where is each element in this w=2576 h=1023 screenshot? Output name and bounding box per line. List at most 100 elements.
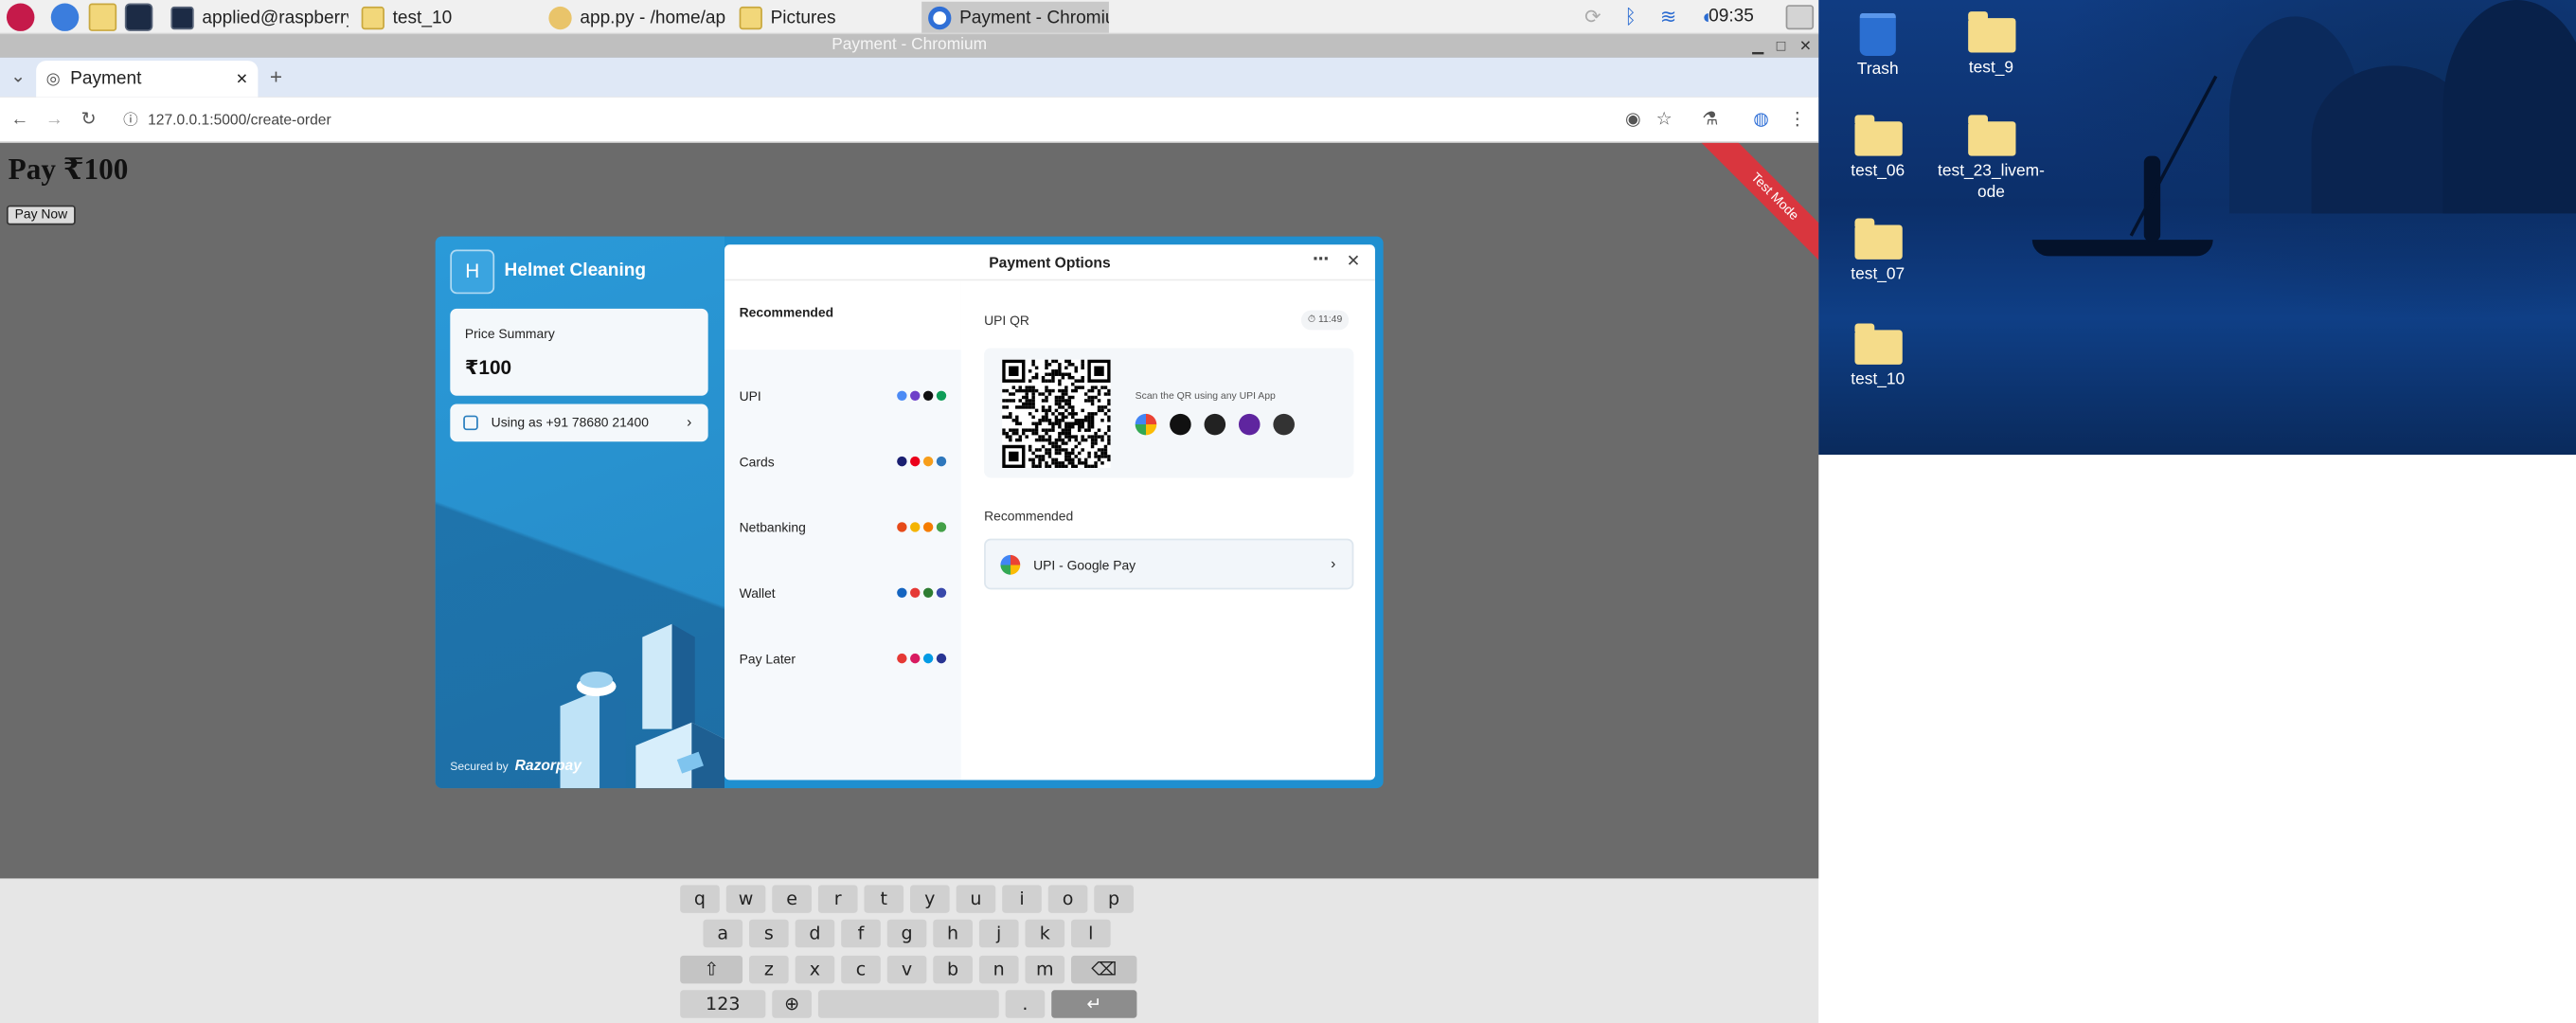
raspberry-menu-icon[interactable] — [6, 3, 35, 31]
tab-close-icon[interactable]: ✕ — [236, 70, 248, 88]
key-y[interactable]: y — [910, 885, 950, 913]
new-tab-icon[interactable]: + — [263, 64, 290, 91]
desktop-icon-test9[interactable]: test_9 — [1934, 11, 2048, 79]
wifi-icon[interactable]: ≋ — [1656, 5, 1681, 29]
browser-launcher-icon[interactable] — [50, 3, 80, 31]
back-icon[interactable]: ← — [7, 107, 33, 134]
key-q[interactable]: q — [680, 885, 720, 913]
pay-now-button[interactable]: Pay Now — [6, 205, 76, 225]
desktop-empty-area — [1818, 455, 2576, 1023]
method-netbanking[interactable]: Netbanking — [724, 494, 961, 560]
key-p[interactable]: p — [1094, 885, 1134, 913]
recommended-item-label: UPI - Google Pay — [1033, 558, 1136, 573]
numbers-key[interactable]: 123 — [680, 990, 766, 1018]
bluetooth-icon[interactable]: ᛒ — [1619, 5, 1643, 29]
task-folder-test10[interactable]: test_10 — [355, 2, 536, 33]
key-e[interactable]: e — [772, 885, 812, 913]
method-cards[interactable]: Cards — [724, 428, 961, 494]
backspace-key-icon[interactable]: ⌫ — [1071, 955, 1137, 984]
bookmark-star-icon[interactable]: ☆ — [1651, 107, 1677, 134]
key-r[interactable]: r — [817, 885, 858, 913]
key-f[interactable]: f — [841, 919, 881, 948]
close-icon[interactable]: ✕ — [1347, 244, 1361, 280]
maximize-icon[interactable]: □ — [1769, 34, 1792, 57]
space-key[interactable] — [817, 990, 999, 1018]
amazon-pay-icon — [1204, 413, 1226, 436]
key-c[interactable]: c — [841, 955, 881, 984]
period-key[interactable]: . — [1005, 990, 1046, 1018]
trash-icon — [1859, 12, 1896, 56]
key-a[interactable]: a — [703, 919, 743, 948]
forward-icon[interactable]: → — [41, 107, 67, 134]
method-wallet[interactable]: Wallet — [724, 560, 961, 625]
task-label: Pictures — [770, 7, 836, 27]
key-t[interactable]: t — [864, 885, 904, 913]
key-o[interactable]: o — [1047, 885, 1088, 913]
razorpay-logo: Razorpay — [514, 757, 581, 774]
key-w[interactable]: w — [725, 885, 766, 913]
more-options-icon[interactable]: ⋯ — [1313, 244, 1329, 278]
recommended-heading: Recommended — [984, 509, 1074, 524]
key-n[interactable]: n — [978, 955, 1019, 984]
key-g[interactable]: g — [886, 919, 927, 948]
tab-payment[interactable]: ◎ Payment ✕ — [36, 61, 259, 98]
task-chromium[interactable]: Payment - Chromium — [921, 1, 1109, 33]
key-i[interactable]: i — [1002, 885, 1042, 913]
app-icon — [910, 390, 921, 401]
desktop-icon-test23[interactable]: test_23_livem-ode — [1934, 115, 2048, 204]
task-editor[interactable]: app.py - /home/appli... — [542, 2, 726, 33]
method-upi[interactable]: UPI — [724, 363, 961, 428]
wallet-icon — [910, 587, 921, 598]
key-b[interactable]: b — [933, 955, 973, 984]
key-x[interactable]: x — [795, 955, 835, 984]
tab-title: Payment — [70, 68, 142, 89]
shift-key-icon[interactable]: ⇧ — [680, 955, 743, 984]
key-m[interactable]: m — [1025, 955, 1065, 984]
clock[interactable]: 09:35 — [1708, 7, 1754, 27]
task-folder-pictures[interactable]: Pictures — [733, 2, 914, 33]
reload-icon[interactable]: ↻ — [76, 107, 102, 134]
recommended-upi-google-pay[interactable]: UPI - Google Pay › — [984, 538, 1354, 590]
pay-later-icons — [897, 653, 947, 664]
close-window-icon[interactable]: ✕ — [1794, 34, 1816, 57]
desktop-icon-trash[interactable]: Trash — [1820, 12, 1935, 81]
key-v[interactable]: v — [886, 955, 927, 984]
tab-search-icon[interactable]: ⌄ — [5, 64, 31, 91]
address-bar[interactable]: ⓘ 127.0.0.1:5000/create-order — [115, 101, 1691, 137]
key-h[interactable]: h — [933, 919, 973, 948]
enter-key-icon[interactable]: ↵ — [1051, 990, 1137, 1018]
key-l[interactable]: l — [1071, 919, 1111, 948]
provider-icon — [910, 653, 921, 664]
chevron-right-icon: › — [687, 413, 692, 431]
keyboard-icon[interactable] — [1785, 5, 1815, 30]
desktop-icon-test06[interactable]: test_06 — [1820, 115, 1935, 182]
key-s[interactable]: s — [749, 919, 789, 948]
key-j[interactable]: j — [978, 919, 1019, 948]
qr-code[interactable] — [1002, 359, 1111, 469]
browser-toolbar: ← → ↻ ⓘ 127.0.0.1:5000/create-order ◉ ☆ … — [0, 97, 1819, 143]
minimize-icon[interactable]: ▁ — [1746, 34, 1769, 57]
task-terminal[interactable]: applied@raspberrypi... — [164, 2, 349, 33]
page-title: Pay ₹100 — [8, 153, 129, 186]
sync-icon[interactable]: ⟳ — [1581, 5, 1605, 29]
key-d[interactable]: d — [795, 919, 835, 948]
desktop-icon-test10[interactable]: test_10 — [1820, 323, 1935, 390]
eye-off-icon[interactable]: ◉ — [1619, 107, 1646, 134]
desktop-icon-label: test_07 — [1851, 265, 1905, 284]
language-globe-icon[interactable]: ⊕ — [772, 990, 812, 1018]
card-icon — [910, 456, 921, 467]
key-z[interactable]: z — [749, 955, 789, 984]
labs-flask-icon[interactable]: ⚗ — [1697, 107, 1724, 134]
key-u[interactable]: u — [956, 885, 996, 913]
terminal-launcher-icon[interactable] — [124, 3, 153, 31]
menu-kebab-icon[interactable]: ⋮ — [1784, 107, 1811, 134]
desktop-icon-test07[interactable]: test_07 — [1820, 218, 1935, 285]
key-k[interactable]: k — [1025, 919, 1065, 948]
site-info-icon[interactable]: ⓘ — [123, 101, 138, 137]
contact-button[interactable]: Using as +91 78680 21400 › — [450, 404, 708, 442]
payment-options-panel: Payment Options ⋯ ✕ Recommended UPI Card… — [724, 244, 1375, 781]
file-manager-icon[interactable] — [88, 3, 117, 31]
method-pay-later[interactable]: Pay Later — [724, 625, 961, 691]
profile-icon[interactable]: ◍ — [1748, 107, 1775, 134]
secured-by-footer: Secured by Razorpay — [450, 757, 581, 773]
